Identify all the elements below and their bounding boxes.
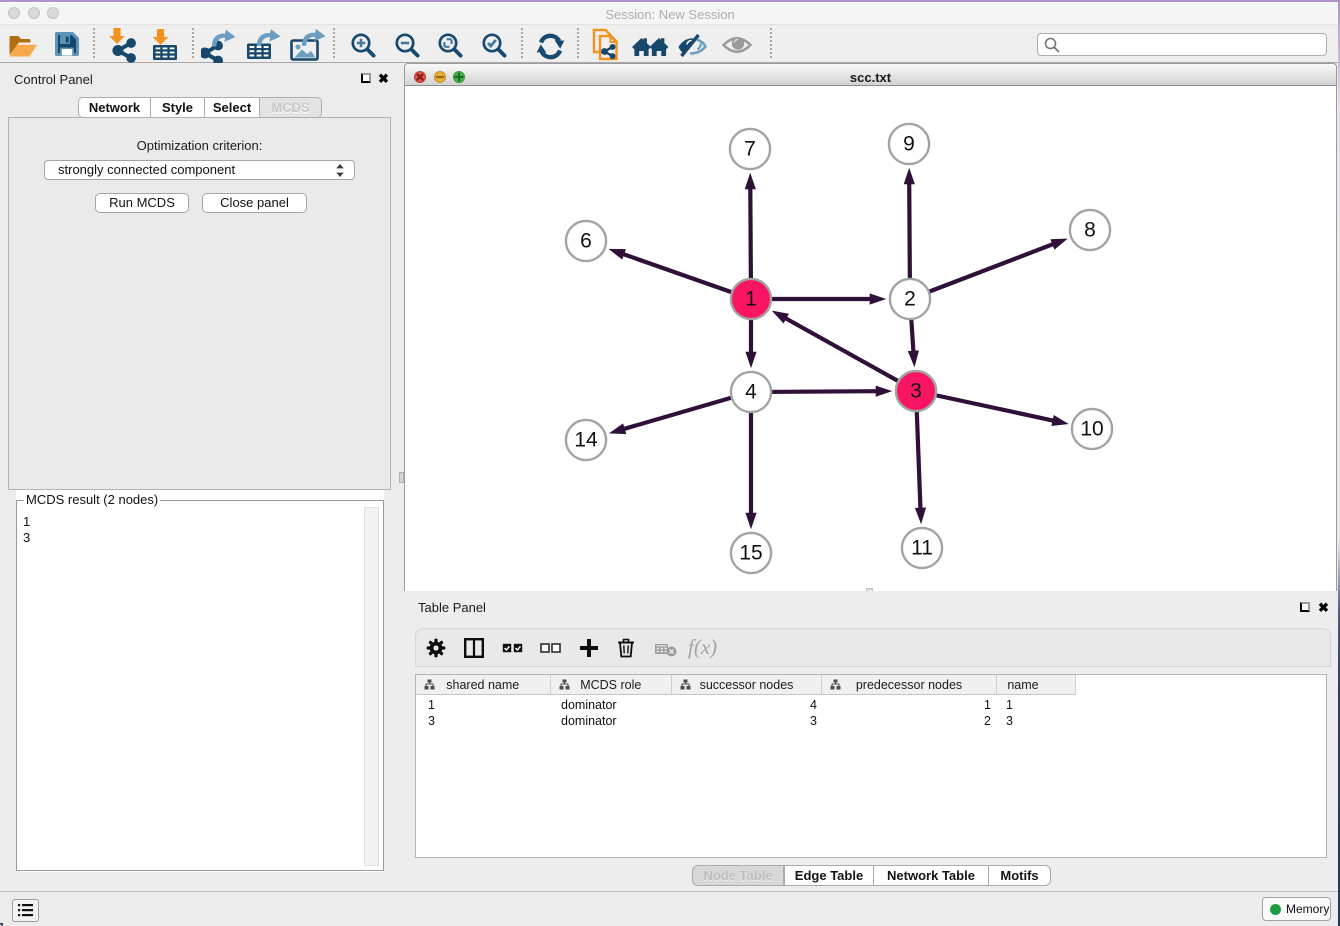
svg-text:7: 7 <box>744 138 756 161</box>
svg-text:4: 4 <box>745 381 757 404</box>
svg-text:14: 14 <box>574 429 598 452</box>
svg-text:8: 8 <box>1084 219 1096 242</box>
svg-text:10: 10 <box>1080 418 1103 441</box>
svg-text:11: 11 <box>911 537 933 560</box>
svg-text:3: 3 <box>910 380 922 403</box>
svg-text:2: 2 <box>904 288 916 311</box>
svg-text:1: 1 <box>745 288 757 311</box>
svg-text:9: 9 <box>903 133 915 156</box>
svg-text:15: 15 <box>739 542 762 565</box>
svg-text:6: 6 <box>580 230 592 253</box>
